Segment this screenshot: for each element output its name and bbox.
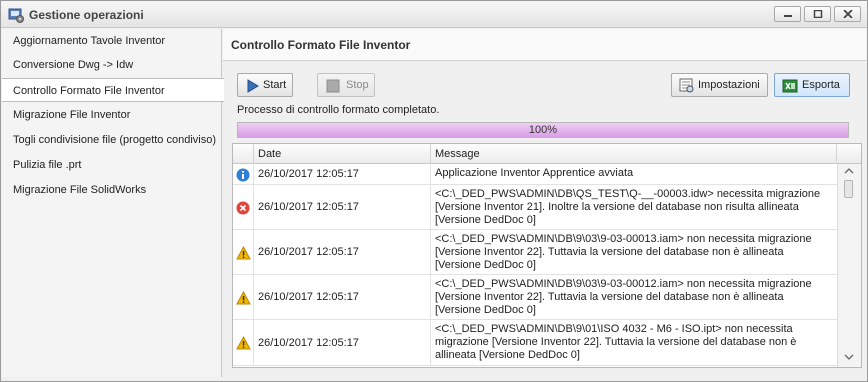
stop-button[interactable]: Stop: [317, 73, 375, 97]
log-grid: Date Message 26/10/2017 12:05:17 Applica…: [232, 143, 862, 368]
column-header-icon[interactable]: [233, 144, 254, 164]
stop-icon: [326, 79, 340, 93]
log-scrollbar[interactable]: [837, 164, 861, 367]
error-icon: [236, 201, 250, 215]
panel-header: Controllo Formato File Inventor: [223, 29, 866, 61]
maximize-button[interactable]: [804, 6, 831, 22]
log-date: 26/10/2017 12:05:17: [254, 320, 431, 366]
close-icon: [843, 10, 853, 18]
log-message: <C:\_DED_PWS\ADMIN\DB\QS_TEST\Q-__-00003…: [435, 188, 821, 226]
sidebar-item-migrazione-inventor[interactable]: Migrazione File Inventor: [2, 103, 222, 127]
sidebar-item-migrazione-solidworks[interactable]: Migrazione File SolidWorks: [2, 178, 222, 202]
app-icon: [8, 7, 24, 23]
progress-bar: 100%: [237, 122, 849, 138]
settings-icon: [679, 78, 694, 93]
log-message: <C:\_DED_PWS\ADMIN\DB\9\01\ISO 4032 - M6…: [435, 323, 797, 361]
log-message: Applicazione Inventor Apprentice avviata: [435, 167, 634, 179]
minimize-icon: [784, 15, 792, 17]
export-button-label: Esporta: [802, 79, 840, 91]
log-date: 26/10/2017 12:05:17: [254, 185, 431, 230]
info-icon: [236, 168, 250, 182]
sidebar-item-pulizia-prt[interactable]: Pulizia file .prt: [2, 153, 222, 177]
warning-icon: [236, 291, 251, 305]
log-message: <C:\_DED_PWS\ADMIN\DB\9\03\9-03-00013.ia…: [435, 233, 812, 271]
log-date: 26/10/2017 12:05:17: [254, 275, 431, 320]
start-button[interactable]: Start: [237, 73, 293, 97]
log-row[interactable]: 26/10/2017 12:05:17 <C:\_DED_PWS\ADMIN\D…: [233, 185, 837, 230]
warning-icon: [236, 246, 251, 260]
sidebar-item-aggiornamento-tavole[interactable]: Aggiornamento Tavole Inventor: [2, 29, 222, 53]
warning-icon: [236, 336, 251, 350]
start-button-label: Start: [263, 79, 287, 91]
scroll-down-icon[interactable]: [844, 354, 854, 360]
scrollbar-thumb[interactable]: [844, 180, 853, 198]
column-header-message[interactable]: Message: [431, 144, 837, 164]
export-button[interactable]: Esporta: [774, 73, 850, 97]
scroll-up-icon[interactable]: [844, 168, 854, 174]
sidebar: Aggiornamento Tavole Inventor Conversion…: [2, 29, 224, 377]
log-row[interactable]: 26/10/2017 12:05:17 <C:\_DED_PWS\ADMIN\D…: [233, 275, 837, 320]
sidebar-item-togli-condivisione[interactable]: Togli condivisione file (progetto condiv…: [2, 128, 222, 152]
status-text: Processo di controllo formato completato…: [237, 104, 440, 116]
minimize-button[interactable]: [774, 6, 801, 22]
log-date: 26/10/2017 12:05:17: [254, 164, 431, 185]
settings-button[interactable]: Impostazioni: [671, 73, 768, 97]
log-date: 26/10/2017 12:05:17: [254, 230, 431, 275]
log-message: <C:\_DED_PWS\ADMIN\DB\9\03\9-03-00012.ia…: [435, 278, 812, 316]
play-icon: [247, 79, 259, 93]
sidebar-item-conversione-dwg[interactable]: Conversione Dwg -> Idw: [2, 53, 222, 77]
log-row[interactable]: 26/10/2017 12:05:17 <C:\_DED_PWS\ADMIN\D…: [233, 230, 837, 275]
log-row[interactable]: 26/10/2017 12:05:17 Applicazione Invento…: [233, 164, 837, 185]
window-title: Gestione operazioni: [29, 8, 144, 22]
export-xls-icon: [782, 79, 798, 93]
page-title: Controllo Formato File Inventor: [231, 38, 411, 52]
sidebar-item-controllo-formato[interactable]: Controllo Formato File Inventor: [2, 78, 224, 102]
main-panel: Controllo Formato File Inventor Start St…: [223, 29, 866, 377]
progress-label: 100%: [528, 124, 558, 136]
main-window: Gestione operazioni Aggiornamento Tavole…: [0, 0, 868, 382]
stop-button-label: Stop: [346, 79, 369, 91]
log-row[interactable]: 26/10/2017 12:05:17 <C:\_DED_PWS\ADMIN\D…: [233, 320, 837, 366]
settings-button-label: Impostazioni: [698, 79, 760, 91]
close-button[interactable]: [834, 6, 861, 22]
title-bar: Gestione operazioni: [1, 1, 867, 28]
grid-header: Date Message: [233, 144, 861, 164]
maximize-icon: [813, 10, 823, 18]
column-header-date[interactable]: Date: [254, 144, 431, 164]
